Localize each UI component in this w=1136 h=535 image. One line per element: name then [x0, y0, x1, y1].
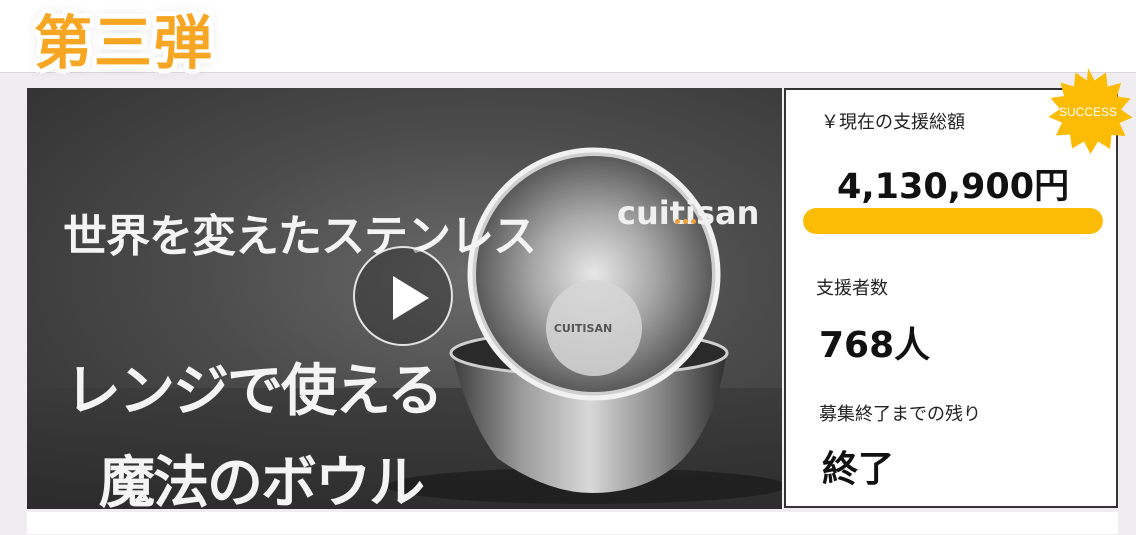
backers-label: 支援者数	[816, 278, 888, 299]
funding-progress-bar	[803, 208, 1103, 234]
funding-progress-fill	[803, 208, 1103, 234]
backers-count: 768人	[819, 325, 931, 366]
bowl-emblem: CUITISAN	[554, 322, 612, 335]
video-subline-1: レンジで使える	[65, 359, 443, 424]
video-headline: 世界を変えたステンレス	[63, 211, 537, 262]
success-badge: SUCCESS	[1040, 66, 1136, 162]
video-subline-2: 魔法のボウル	[99, 451, 425, 509]
success-badge-text: SUCCESS	[1058, 105, 1117, 119]
logo-dots	[675, 209, 699, 224]
campaign-label: 第三弾	[34, 9, 215, 77]
remaining-label: 募集終了までの残り	[819, 404, 981, 425]
project-video[interactable]: CUITISAN cuitisan 世界を変えたステンレス レンジで使える 魔法…	[27, 88, 782, 509]
play-button[interactable]	[353, 246, 453, 346]
total-amount: 4,130,900円	[837, 167, 1070, 207]
play-icon	[393, 276, 429, 320]
total-label: ￥現在の支援総額	[821, 112, 965, 133]
content-strip	[27, 512, 1118, 534]
remaining-value: 終了	[822, 449, 895, 490]
